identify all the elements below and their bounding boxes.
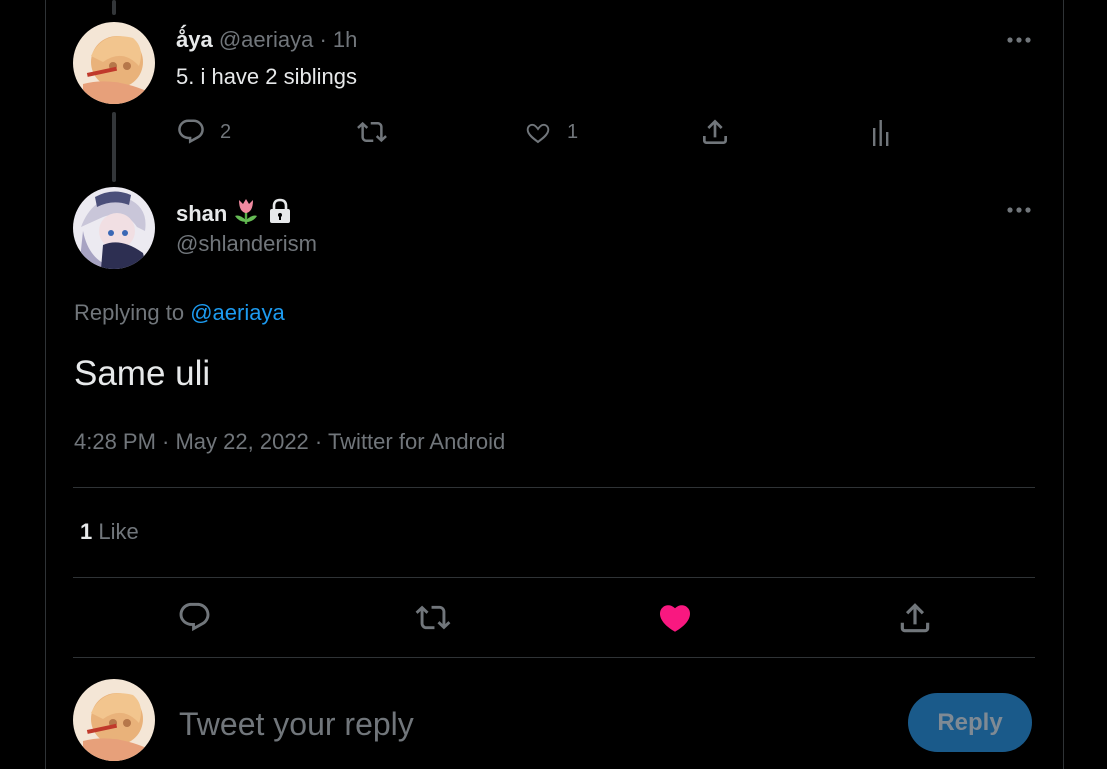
reply-icon — [176, 117, 206, 147]
main-author-name[interactable]: shan — [176, 201, 227, 227]
parent-retweet-button[interactable] — [356, 117, 388, 147]
parent-author-handle[interactable]: @aeriaya — [219, 27, 314, 52]
reply-input[interactable]: Tweet your reply — [179, 706, 414, 743]
reply-button[interactable]: Reply — [908, 693, 1032, 752]
divider-middle — [73, 577, 1035, 578]
main-tweet-text: Same uli — [74, 354, 211, 393]
composer-avatar[interactable] — [73, 679, 155, 761]
main-reply-button[interactable] — [177, 600, 212, 635]
thread-line-top — [112, 0, 116, 15]
thread-line-connector — [112, 112, 116, 182]
parent-dot: · — [319, 27, 327, 52]
share-icon — [699, 116, 731, 148]
parent-like-count: 1 — [567, 120, 579, 143]
parent-reply-count: 2 — [220, 120, 232, 143]
share-icon — [896, 599, 934, 637]
main-like-button[interactable] — [656, 600, 694, 636]
parent-author-name[interactable]: ǻya — [176, 27, 213, 52]
reply-icon — [177, 600, 212, 635]
parent-share-button[interactable] — [699, 116, 731, 148]
parent-time[interactable]: 1h — [333, 27, 357, 52]
main-author-row: shan — [176, 196, 295, 231]
replying-to: Replying to @aeriaya — [74, 300, 285, 326]
divider-top — [73, 487, 1035, 488]
tweet-timestamp[interactable]: 4:28 PM · May 22, 2022 · Twitter for And… — [74, 429, 505, 455]
parent-tweet-text: 5. i have 2 siblings — [176, 64, 357, 89]
parent-more-icon[interactable] — [1005, 30, 1035, 50]
retweet-icon — [356, 117, 388, 147]
retweet-icon — [414, 600, 452, 635]
lock-icon — [265, 196, 295, 231]
likes-label: Like — [98, 519, 139, 544]
parent-analytics-button[interactable] — [868, 118, 894, 148]
parent-reply-button[interactable]: 2 — [176, 117, 231, 147]
divider-bottom — [73, 657, 1035, 658]
likes-summary[interactable]: 1 Like — [80, 519, 139, 545]
likes-count: 1 — [80, 519, 93, 544]
avatar-shlanderism[interactable] — [73, 187, 155, 269]
main-share-button[interactable] — [896, 599, 934, 637]
parent-like-button[interactable]: 1 — [523, 117, 578, 147]
main-more-icon[interactable] — [1005, 200, 1035, 220]
replying-to-link[interactable]: @aeriaya — [190, 300, 285, 325]
heart-icon — [656, 600, 694, 636]
avatar-aeriaya[interactable] — [73, 22, 155, 104]
main-retweet-button[interactable] — [414, 600, 452, 635]
tulip-emoji-icon — [231, 196, 261, 231]
analytics-icon — [868, 118, 894, 148]
replying-prefix: Replying to — [74, 300, 185, 325]
heart-icon — [523, 117, 553, 147]
main-author-handle[interactable]: @shlanderism — [176, 231, 317, 257]
parent-tweet-header: ǻya @aeriaya · 1h — [176, 27, 357, 53]
